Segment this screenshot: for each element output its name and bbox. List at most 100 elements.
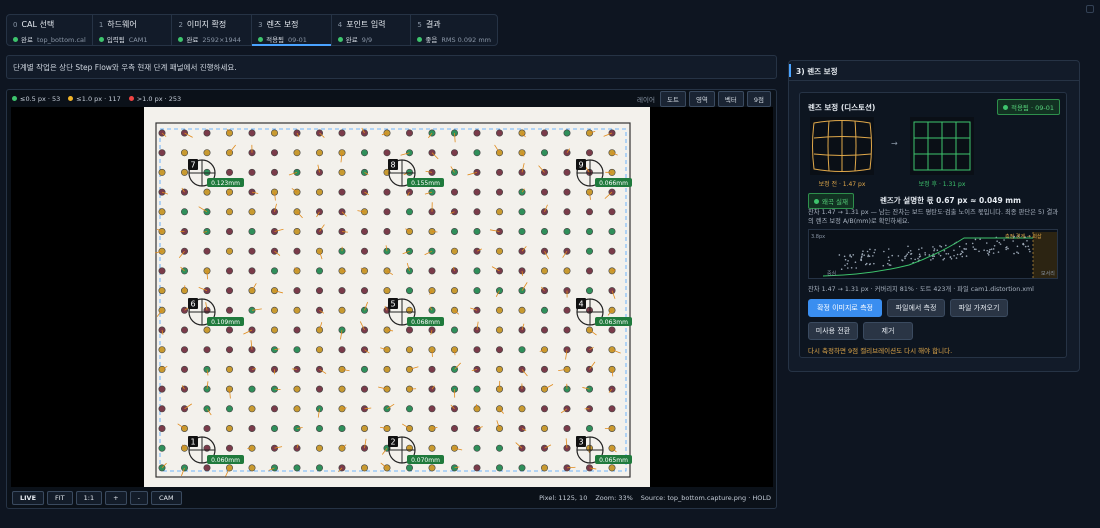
- svg-text:0.070mm: 0.070mm: [411, 457, 440, 464]
- calibration-marker[interactable]: 3 0.065mm: [576, 436, 632, 464]
- calibration-marker[interactable]: 9 0.066mm: [576, 159, 632, 187]
- scatter-point: [1026, 240, 1028, 242]
- calibration-dot: [361, 228, 369, 236]
- residual-vector: [454, 349, 456, 356]
- distortion-card: 렌즈 보정 (디스토션) 적용됨 · 09-01 → 보정 전 · 1.47 p…: [799, 92, 1067, 358]
- step-result[interactable]: 5 결과 좋음 RMS 0.092 mm: [411, 15, 497, 45]
- scatter-point: [997, 251, 1000, 253]
- step-point-input[interactable]: 4 포인트 입력 완료 9/9: [332, 15, 412, 45]
- calibration-dot: [226, 424, 234, 432]
- step-lens-correction[interactable]: 3 렌즈 보정 적용됨 09-01: [252, 15, 332, 46]
- legend-item-bad: >1.0 px · 253: [128, 95, 181, 103]
- scatter-point: [888, 259, 891, 262]
- calibration-dot: [428, 267, 436, 275]
- svg-text:4: 4: [578, 300, 583, 309]
- step-status: 완료: [21, 36, 33, 44]
- calibration-dot: [316, 149, 324, 157]
- calibration-dot: [473, 464, 481, 472]
- step-title: 하드웨어: [107, 20, 137, 29]
- calibration-dot: [361, 149, 369, 157]
- svg-text:0.063mm: 0.063mm: [599, 319, 628, 326]
- status-dot-icon: [814, 199, 819, 204]
- scatter-point: [852, 254, 855, 256]
- layer-region-button[interactable]: 영역: [688, 91, 715, 107]
- calibration-marker[interactable]: 5 0.068mm: [388, 298, 444, 326]
- layer-vector-button[interactable]: 벡터: [717, 91, 744, 107]
- scatter-point: [872, 255, 874, 257]
- calibration-dot: [248, 424, 256, 432]
- calibration-dot: [180, 464, 188, 472]
- calibration-dot: [293, 228, 301, 236]
- scatter-point: [949, 256, 952, 258]
- calibration-dot: [495, 208, 503, 216]
- dot-icon: [12, 96, 17, 101]
- scatter-point: [959, 253, 962, 256]
- layer-9point-button[interactable]: 9점: [746, 91, 771, 107]
- calibration-dot: [203, 346, 211, 354]
- window-control[interactable]: [1086, 5, 1094, 13]
- calibration-dot: [338, 306, 346, 314]
- measure-confirmed-button[interactable]: 확정 이미지로 측정: [808, 299, 882, 317]
- explanation-text: 잔차 1.47 → 1.31 px — 남는 잔차는 보드 평탄도·검출 노이즈…: [808, 209, 1059, 225]
- calibration-dot: [450, 424, 458, 432]
- scatter-point: [882, 264, 885, 267]
- image-canvas[interactable]: 7 0.123mm 8 0.155mm 9 0.066mm 6 0.109mm 5 0.068mm…: [11, 107, 773, 487]
- calibration-marker[interactable]: 6 0.109mm: [188, 298, 244, 326]
- calibration-dot: [405, 346, 413, 354]
- calibration-marker[interactable]: 7 0.123mm: [188, 159, 244, 187]
- zoom-out-button[interactable]: -: [129, 491, 148, 505]
- import-file-button[interactable]: 파일 가져오기: [950, 299, 1008, 317]
- calibration-dot: [203, 326, 211, 334]
- after-grid-preview: [910, 117, 974, 175]
- scatter-point: [907, 245, 909, 248]
- scatter-point: [888, 264, 891, 266]
- calibration-dot: [203, 247, 211, 255]
- calibration-marker[interactable]: 2 0.070mm: [388, 436, 444, 464]
- calibration-dot: [585, 247, 593, 255]
- remove-button[interactable]: 제거: [863, 322, 913, 340]
- step-hardware[interactable]: 1 하드웨어 입력됨 CAM1: [93, 15, 173, 45]
- zoom-1to1-button[interactable]: 1:1: [75, 491, 103, 505]
- calibration-dot: [495, 247, 503, 255]
- dot-icon: [128, 96, 134, 101]
- fit-button[interactable]: FIT: [47, 491, 73, 505]
- zoom-in-button[interactable]: +: [105, 491, 127, 505]
- step-image-confirm[interactable]: 2 이미지 확정 완료 2592×1944: [172, 15, 253, 45]
- calibration-marker[interactable]: 1 0.060mm: [188, 436, 244, 464]
- calibration-dot: [271, 168, 279, 176]
- scatter-point: [988, 250, 991, 253]
- scatter-point: [847, 260, 849, 262]
- calibration-dot: [271, 149, 279, 157]
- calibration-dot: [540, 424, 548, 432]
- scatter-point: [874, 249, 876, 251]
- layer-dots-button[interactable]: 도트: [659, 91, 686, 107]
- layers-label: 레이어: [637, 96, 655, 104]
- calibration-dot: [585, 424, 593, 432]
- calibration-marker[interactable]: 4 0.063mm: [576, 298, 632, 326]
- scatter-point: [953, 249, 955, 252]
- calibration-dot: [226, 326, 234, 334]
- step-cal-select[interactable]: 0 CAL 선택 완료 top_bottom.cal: [7, 15, 93, 45]
- calibration-dot: [495, 306, 503, 314]
- measure-from-file-button[interactable]: 파일에서 측정: [887, 299, 945, 317]
- step-number: 4: [337, 21, 343, 29]
- live-button[interactable]: LIVE: [12, 491, 45, 505]
- calibration-dot: [158, 424, 166, 432]
- scatter-point: [972, 246, 975, 248]
- residual-vector: [206, 270, 208, 280]
- calibration-dot: [338, 287, 346, 295]
- calibration-dot: [226, 365, 234, 373]
- disable-button[interactable]: 미사용 전환: [808, 322, 858, 340]
- scatter-point: [889, 264, 892, 266]
- calibration-dot: [450, 188, 458, 196]
- calibration-marker[interactable]: 8 0.155mm: [388, 159, 444, 187]
- scatter-point: [850, 266, 853, 269]
- step-status: 적용됨: [266, 36, 285, 44]
- calibration-dot: [338, 385, 346, 393]
- calibration-dot: [428, 365, 436, 373]
- calibration-dot: [473, 208, 481, 216]
- cam-button[interactable]: CAM: [150, 491, 182, 505]
- calibration-dot: [405, 464, 413, 472]
- scatter-point: [943, 257, 946, 260]
- calibration-dot: [473, 365, 481, 373]
